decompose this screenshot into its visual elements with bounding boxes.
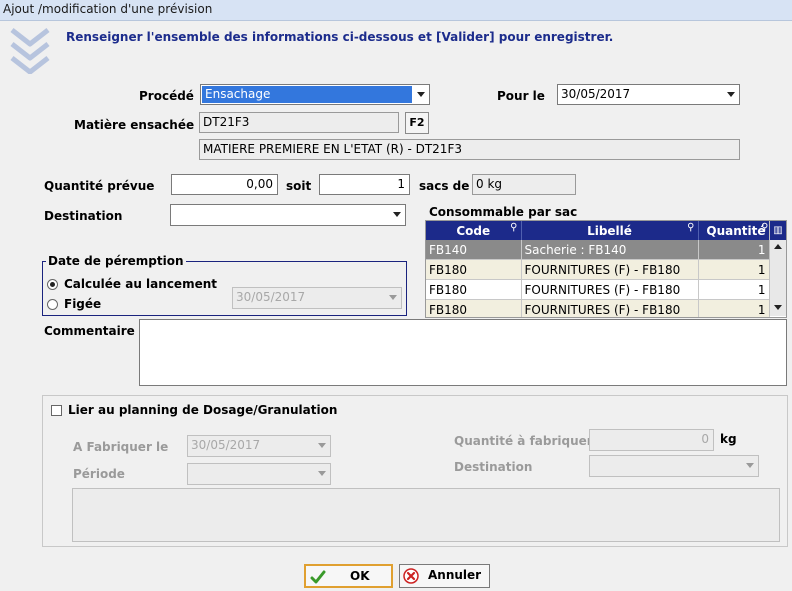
scroll-down-icon[interactable] (774, 305, 782, 310)
consommable-grid[interactable]: Code ⚲ Libellé ⚲ Quantité ⚲ FB140 Sacherie … (425, 220, 787, 318)
chevron-down-icon[interactable] (385, 288, 401, 308)
window-title: Ajout /modification d'une prévision (3, 2, 213, 16)
row-libelle: Sacherie : FB140 (521, 240, 699, 260)
matiere-description-field: MATIERE PREMIERE EN L'ETAT (R) - DT21F3 (199, 139, 740, 160)
matiere-code-field[interactable]: DT21F3 (199, 112, 399, 133)
quantite-input[interactable]: 0,00 (171, 174, 278, 195)
ok-label: OK (350, 569, 370, 583)
peremption-date-select[interactable]: 30/05/2017 (232, 287, 402, 309)
peremption-date-value: 30/05/2017 (236, 290, 306, 304)
table-row[interactable]: FB140 Sacherie : FB140 1 (426, 240, 770, 260)
column-chooser-icon[interactable]: ▥ (770, 221, 786, 240)
window-titlebar: Ajout /modification d'une prévision (0, 0, 792, 21)
row-code: FB140 (426, 240, 522, 260)
row-code: FB180 (426, 279, 522, 300)
row-libelle: FOURNITURES (F) - FB180 (521, 259, 699, 280)
periode-select[interactable] (187, 463, 331, 485)
fabriquer-le-select[interactable]: 30/05/2017 (187, 435, 331, 457)
planning-destination-select[interactable] (589, 455, 759, 477)
search-icon[interactable]: ⚲ (510, 222, 517, 233)
chevron-down-icon[interactable] (723, 85, 739, 104)
chevron-down-icon[interactable] (314, 464, 330, 484)
commentaire-label: Commentaire (44, 324, 135, 338)
column-header-libelle[interactable]: Libellé ⚲ (521, 221, 699, 240)
grid-scrollbar[interactable]: ▥ (769, 221, 786, 316)
sacs-value: 1 (397, 177, 405, 191)
matiere-description: MATIERE PREMIERE EN L'ETAT (R) - DT21F3 (203, 142, 462, 156)
fabriquer-le-label: A Fabriquer le (73, 440, 169, 454)
radio-figee-label[interactable]: Figée (64, 297, 101, 311)
procede-select[interactable]: Ensachage (200, 84, 430, 105)
sacs-de-label: sacs de (419, 179, 470, 193)
planning-destination-label: Destination (454, 460, 533, 474)
radio-figee[interactable] (47, 299, 58, 310)
row-quantite: 1 (698, 299, 770, 317)
table-row[interactable]: FB180 FOURNITURES (F) - FB180 1 (426, 279, 770, 300)
fabriquer-le-value: 30/05/2017 (191, 438, 261, 452)
chevron-down-icon[interactable] (389, 205, 405, 225)
header-instruction: Renseigner l'ensemble des informations c… (66, 30, 614, 44)
search-icon[interactable]: ⚲ (761, 222, 768, 233)
row-quantite: 1 (698, 279, 770, 300)
search-icon[interactable]: ⚲ (687, 222, 694, 233)
planning-notes-textarea[interactable] (72, 488, 780, 542)
matiere-code: DT21F3 (203, 115, 250, 129)
radio-calculee[interactable] (47, 279, 58, 290)
row-libelle: FOURNITURES (F) - FB180 (521, 279, 699, 300)
row-quantite: 1 (698, 240, 770, 260)
table-row[interactable]: FB180 FOURNITURES (F) - FB180 1 (426, 259, 770, 280)
pour-le-label: Pour le (497, 89, 545, 103)
row-libelle: FOURNITURES (F) - FB180 (521, 299, 699, 317)
quantite-fabriquer-input[interactable]: 0 (589, 429, 714, 451)
planning-checkbox[interactable] (51, 405, 62, 416)
quantite-label: Quantité prévue (44, 179, 155, 193)
planning-checkbox-label[interactable]: Lier au planning de Dosage/Granulation (68, 403, 337, 417)
annuler-label: Annuler (428, 568, 482, 582)
matiere-label: Matière ensachée (74, 118, 195, 132)
column-header-code[interactable]: Code ⚲ (426, 221, 522, 240)
destination-label: Destination (44, 209, 123, 223)
ok-button[interactable]: OK (304, 564, 393, 588)
destination-select[interactable] (170, 204, 406, 226)
row-code: FB180 (426, 299, 522, 317)
checkmark-icon (310, 570, 326, 584)
sacs-input[interactable]: 1 (319, 174, 410, 195)
weight-field: 0 kg (472, 174, 576, 195)
row-quantite: 1 (698, 259, 770, 280)
cancel-icon (403, 568, 419, 584)
procede-label: Procédé (139, 89, 194, 103)
procede-value: Ensachage (205, 87, 271, 101)
chevron-logo-icon (10, 28, 50, 74)
pour-le-date-select[interactable]: 30/05/2017 (557, 84, 740, 105)
periode-label: Période (73, 467, 125, 481)
weight-value: 0 kg (476, 177, 503, 191)
annuler-button[interactable]: Annuler (399, 564, 490, 588)
commentaire-textarea[interactable] (139, 319, 787, 386)
chevron-down-icon[interactable] (413, 85, 429, 104)
chevron-down-icon[interactable] (314, 436, 330, 456)
pour-le-value: 30/05/2017 (561, 87, 631, 101)
quantite-fabriquer-label: Quantité à fabriquer (454, 434, 593, 448)
quantite-fabriquer-unit: kg (720, 432, 737, 446)
f2-lookup-button[interactable]: F2 (405, 112, 429, 134)
quantite-value: 0,00 (246, 177, 273, 191)
peremption-title: Date de péremption (46, 254, 186, 268)
radio-calculee-label[interactable]: Calculée au lancement (64, 277, 217, 291)
consommable-title: Consommable par sac (429, 205, 578, 219)
chevron-down-icon[interactable] (742, 456, 758, 476)
soit-label: soit (286, 179, 312, 193)
row-code: FB180 (426, 259, 522, 280)
column-header-quantite[interactable]: Quantité ⚲ (698, 221, 770, 240)
table-row[interactable]: FB180 FOURNITURES (F) - FB180 1 (426, 299, 770, 317)
scroll-up-icon[interactable] (774, 244, 782, 249)
quantite-fabriquer-value: 0 (701, 432, 709, 446)
